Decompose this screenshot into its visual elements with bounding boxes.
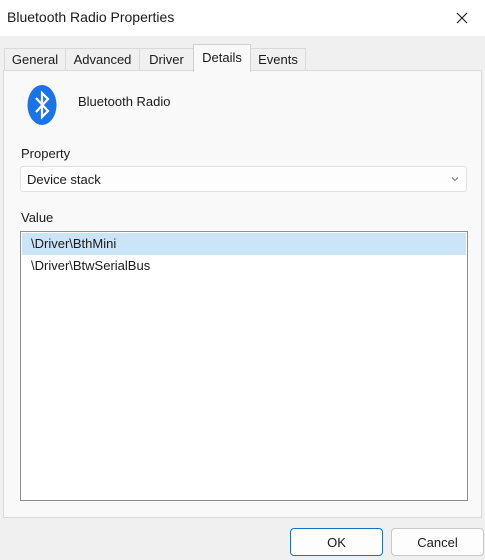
title-bar: Bluetooth Radio Properties [0, 0, 485, 36]
tab-details[interactable]: Details [193, 44, 251, 72]
tab-driver[interactable]: Driver [139, 48, 194, 71]
tab-events[interactable]: Events [250, 48, 306, 71]
close-button[interactable] [439, 0, 485, 36]
value-label: Value [21, 210, 54, 225]
cancel-button[interactable]: Cancel [391, 528, 484, 556]
property-label: Property [21, 146, 71, 161]
property-dropdown[interactable]: Device stack [20, 166, 467, 192]
window-title: Bluetooth Radio Properties [7, 9, 175, 25]
bluetooth-icon [27, 85, 57, 125]
value-listbox[interactable]: \Driver\BthMini \Driver\BtwSerialBus [20, 231, 468, 501]
tab-strip: General Advanced Driver Details Events [0, 44, 485, 72]
device-name: Bluetooth Radio [78, 94, 171, 109]
details-panel: Bluetooth Radio Property Device stack Va… [3, 70, 482, 518]
chevron-down-icon [451, 177, 459, 182]
close-icon [456, 12, 468, 24]
property-selected-value: Device stack [27, 172, 101, 187]
list-item[interactable]: \Driver\BthMini [22, 233, 466, 255]
ok-button[interactable]: OK [290, 528, 383, 556]
list-item[interactable]: \Driver\BtwSerialBus [22, 255, 466, 277]
tab-general[interactable]: General [4, 48, 66, 71]
tab-advanced[interactable]: Advanced [65, 48, 140, 71]
